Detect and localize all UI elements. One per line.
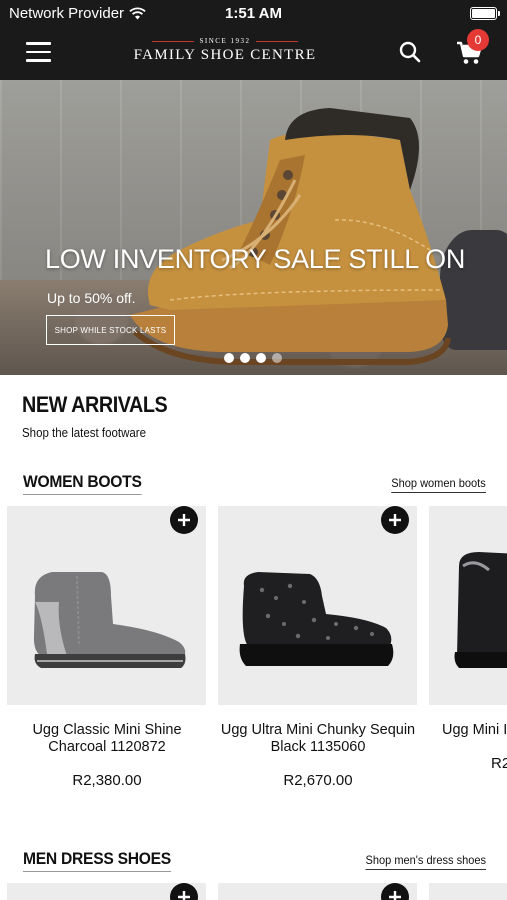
logo-since-text: SINCE 1932 xyxy=(125,37,325,45)
battery-icon xyxy=(470,7,500,20)
product-card[interactable] xyxy=(429,883,507,900)
ugg-bow-boot-image xyxy=(454,552,507,668)
status-bar: Network Provider 1:51 AM xyxy=(0,0,507,28)
add-to-cart-button[interactable] xyxy=(381,506,409,534)
product-card[interactable]: Ugg Classic Mini Shine Charcoal 1120872 … xyxy=(7,506,207,789)
hamburger-menu-icon[interactable] xyxy=(26,42,51,62)
carousel-dot[interactable] xyxy=(272,353,282,363)
women-boots-carousel[interactable]: Ugg Classic Mini Shine Charcoal 1120872 … xyxy=(0,506,507,806)
product-image[interactable] xyxy=(429,506,507,705)
add-to-cart-button[interactable] xyxy=(170,883,198,900)
search-icon[interactable] xyxy=(398,40,422,64)
product-name[interactable]: Ugg Ultra Mini Chunky Sequin Black 11350… xyxy=(218,722,418,756)
carousel-dots xyxy=(224,353,282,363)
new-arrivals-title: NEW ARRIVALS xyxy=(22,392,168,417)
carousel-dot[interactable] xyxy=(224,353,234,363)
product-card[interactable] xyxy=(218,883,417,900)
new-arrivals-subtitle: Shop the latest footware xyxy=(22,426,147,440)
product-price: R2 xyxy=(491,755,507,772)
app-header: SINCE 1932 FAMILY SHOE CENTRE 0 xyxy=(0,28,507,80)
product-name[interactable]: Ugg Mini I Wash B xyxy=(429,722,507,739)
product-card[interactable] xyxy=(7,883,206,900)
women-boots-section-header: WOMEN BOOTS Shop women boots xyxy=(0,472,507,496)
ugg-boot-image xyxy=(33,572,186,668)
women-boots-title: WOMEN BOOTS xyxy=(23,472,142,495)
carousel-dot-active[interactable] xyxy=(256,353,266,363)
clock: 1:51 AM xyxy=(225,5,282,22)
shop-women-boots-link[interactable]: Shop women boots xyxy=(391,476,486,493)
carousel-dot[interactable] xyxy=(240,353,250,363)
shop-men-dress-shoes-link[interactable]: Shop men's dress shoes xyxy=(365,853,486,870)
men-dress-shoes-section-header: MEN DRESS SHOES Shop men's dress shoes xyxy=(0,849,507,873)
ugg-sequin-boot-image xyxy=(239,572,394,666)
hero-shop-button[interactable]: SHOP WHILE STOCK LASTS xyxy=(46,315,175,345)
product-image[interactable] xyxy=(218,506,417,705)
hero-subtitle: Up to 50% off. xyxy=(47,290,136,306)
product-price: R2,670.00 xyxy=(283,772,353,789)
add-to-cart-button[interactable] xyxy=(381,883,409,900)
plus-icon xyxy=(178,514,190,526)
hero-title: LOW INVENTORY SALE STILL ON xyxy=(45,244,466,274)
product-name[interactable]: Ugg Classic Mini Shine Charcoal 1120872 xyxy=(7,722,207,756)
cart-count-badge: 0 xyxy=(467,29,489,51)
product-image[interactable] xyxy=(7,506,206,705)
brand-logo[interactable]: SINCE 1932 FAMILY SHOE CENTRE xyxy=(125,37,325,64)
add-to-cart-button[interactable] xyxy=(170,506,198,534)
men-dress-shoes-carousel[interactable] xyxy=(0,883,507,900)
men-dress-shoes-title: MEN DRESS SHOES xyxy=(23,849,171,872)
plus-icon xyxy=(178,891,190,900)
logo-name-text: FAMILY SHOE CENTRE xyxy=(133,47,317,63)
product-card[interactable]: Ugg Ultra Mini Chunky Sequin Black 11350… xyxy=(218,506,418,789)
product-card[interactable]: Ugg Mini I Wash B R2 xyxy=(429,506,507,772)
hero-banner[interactable]: LOW INVENTORY SALE STILL ON Up to 50% of… xyxy=(0,80,507,375)
product-price: R2,380.00 xyxy=(72,772,142,789)
plus-icon xyxy=(389,891,401,900)
plus-icon xyxy=(389,514,401,526)
